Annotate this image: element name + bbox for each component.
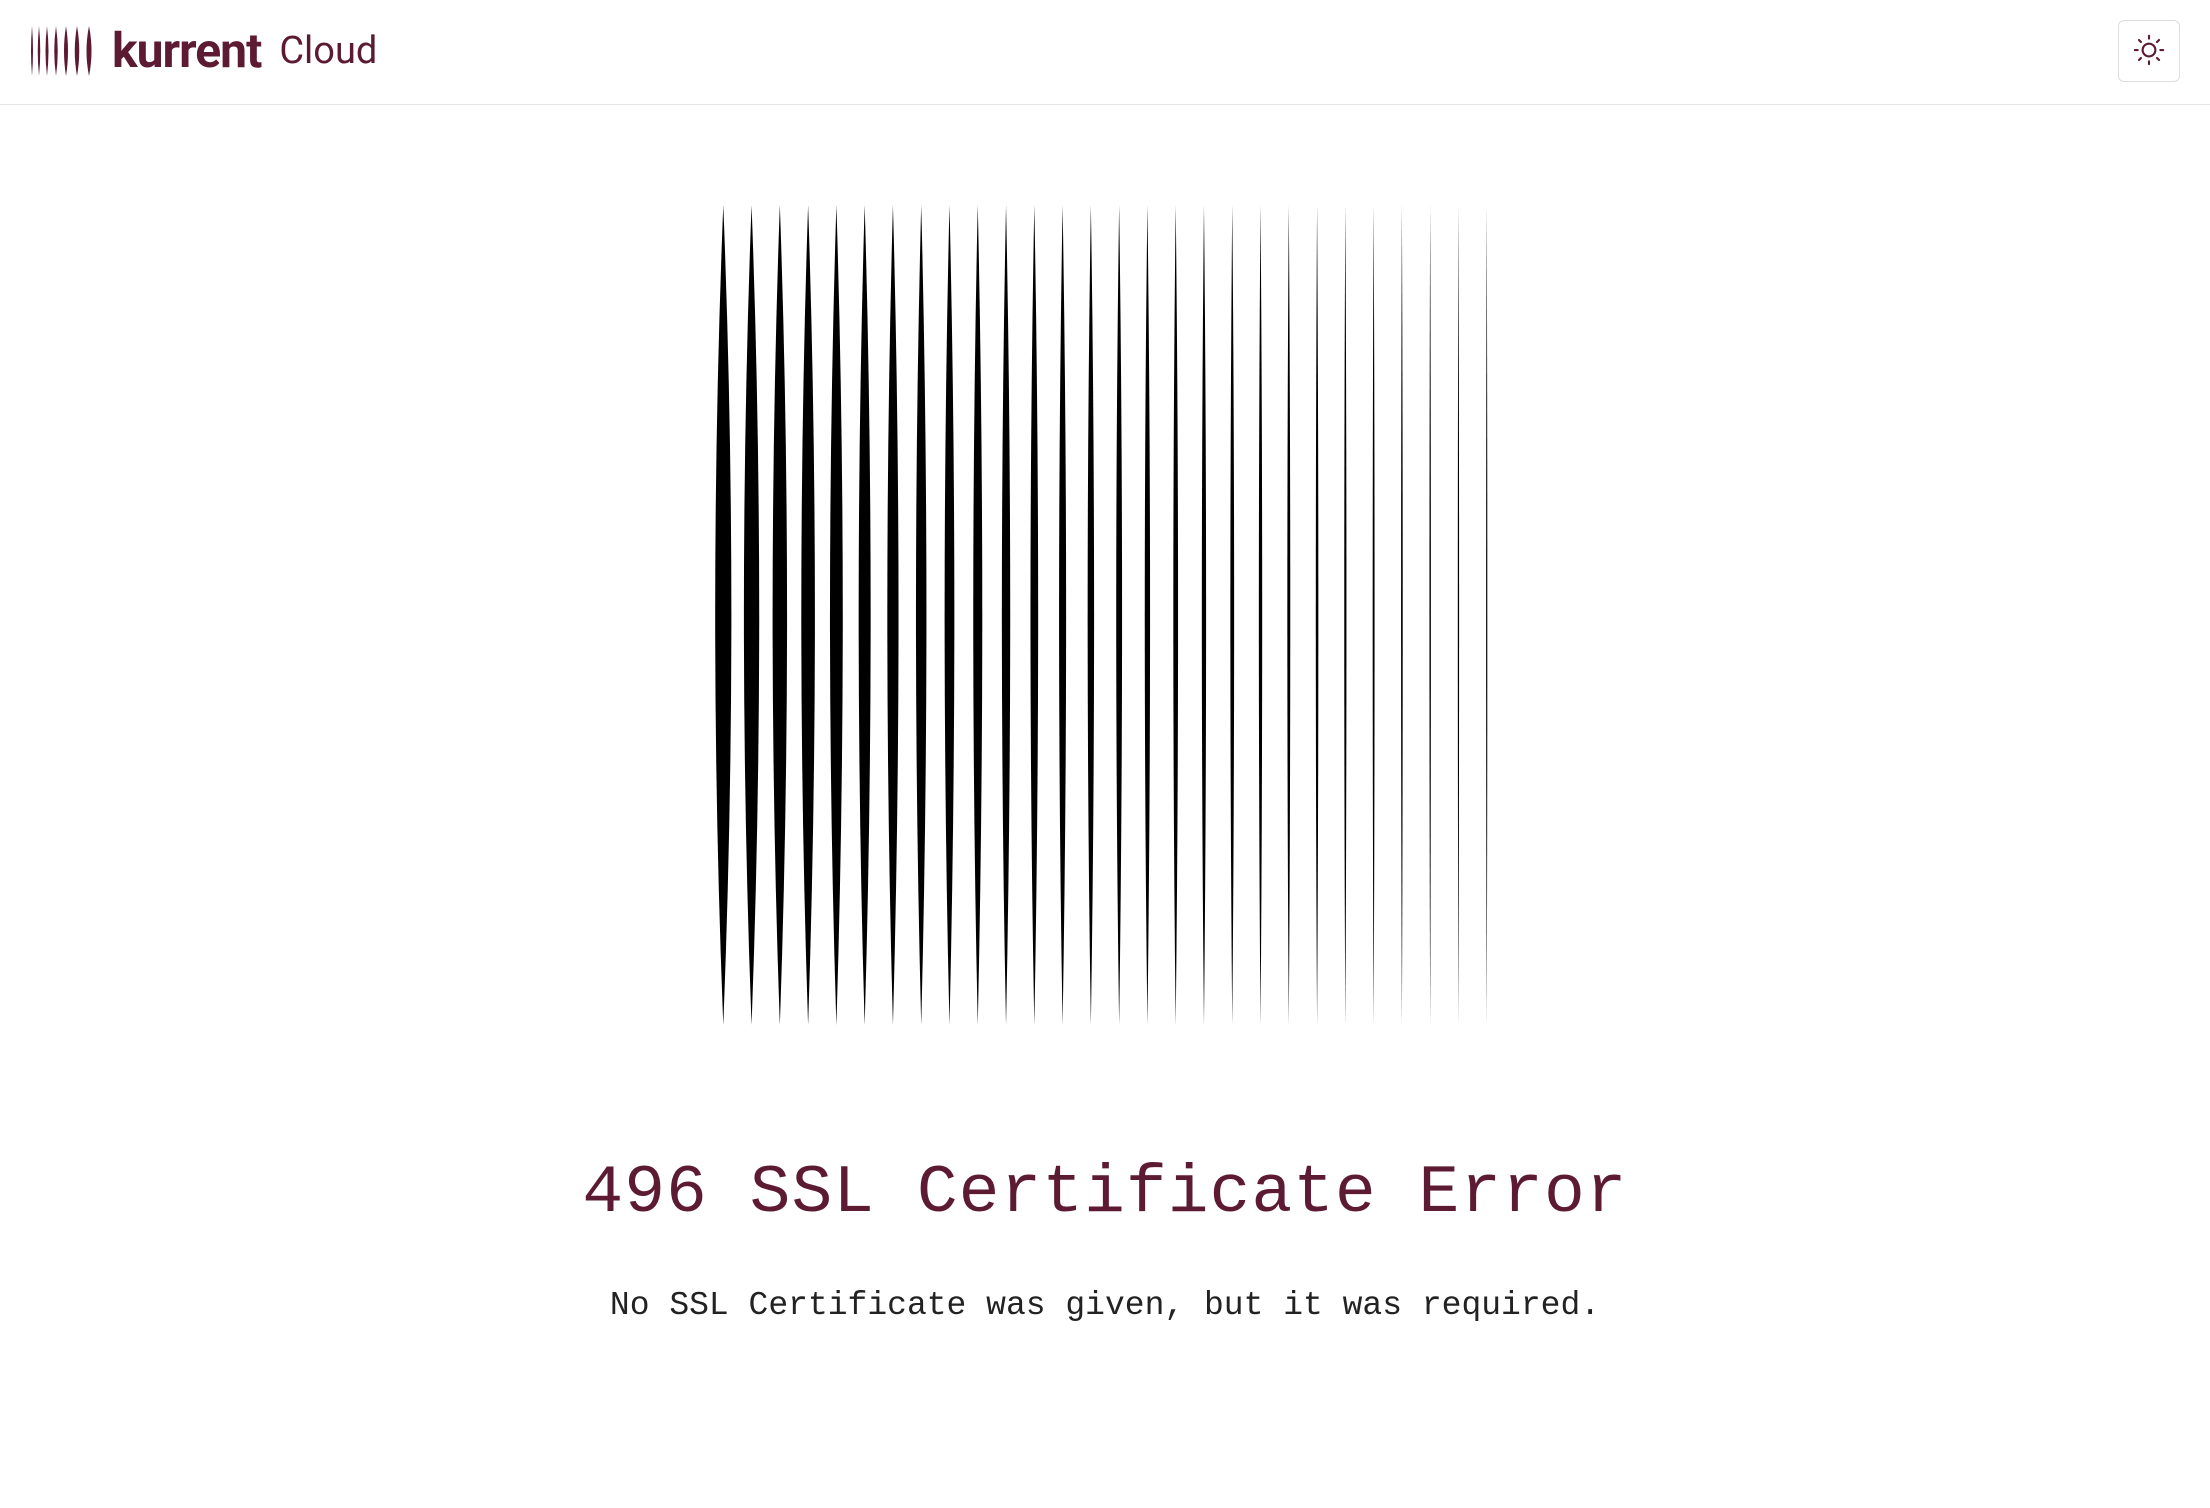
theme-toggle-button[interactable] — [2118, 20, 2180, 82]
brand-logo[interactable]: kurrent Cloud — [30, 26, 377, 76]
main-content: 496 SSL Certificate Error No SSL Certifi… — [0, 105, 2210, 1324]
error-message: No SSL Certificate was given, but it was… — [610, 1287, 1600, 1324]
error-title: 496 SSL Certificate Error — [582, 1155, 1627, 1232]
brand-bars-icon — [30, 26, 100, 76]
error-bars-graphic — [695, 205, 1515, 1025]
brand-name: kurrent — [112, 27, 261, 75]
brand-suffix: Cloud — [279, 32, 377, 70]
sun-icon — [2132, 33, 2166, 70]
page-header: kurrent Cloud — [0, 0, 2210, 105]
